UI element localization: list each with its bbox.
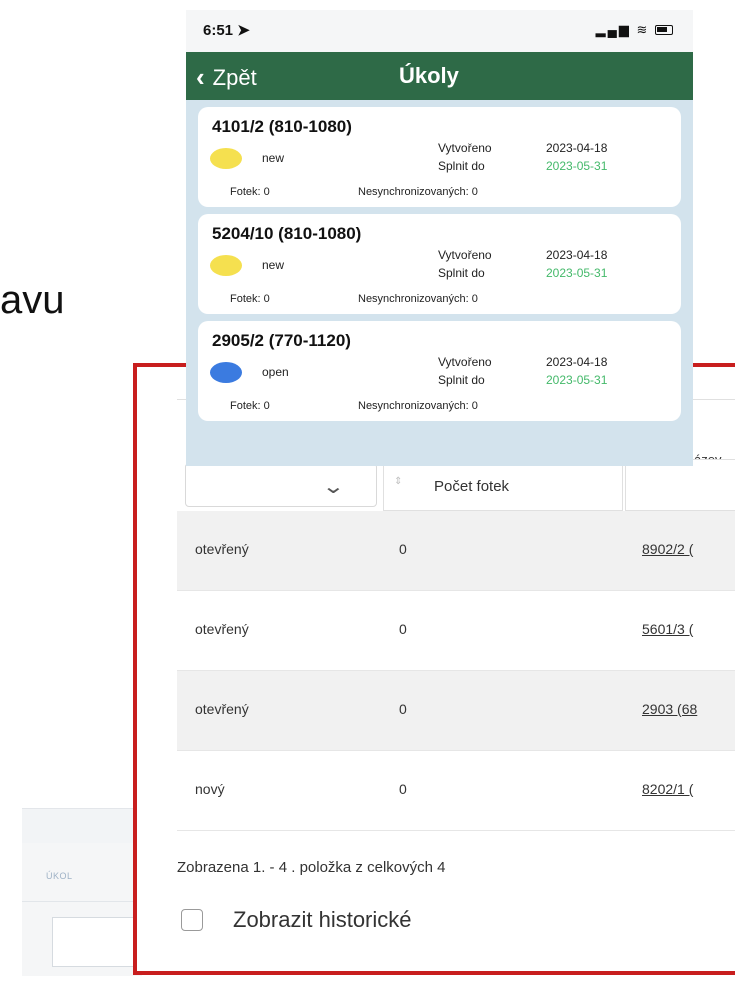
row-state: nový (195, 781, 225, 797)
status-time-text: 6:51 (203, 22, 234, 39)
due-label: Splnit do (438, 266, 485, 280)
task-status: new (262, 258, 285, 272)
task-title: 4101/2 (810-1080) (212, 117, 352, 136)
task-list: 4101/2 (810-1080) new Vytvořeno 2023-04-… (198, 100, 681, 421)
snippet-divider (22, 901, 142, 902)
photo-count: Fotek: 0 (230, 293, 270, 305)
table-body: otevřený 0 8902/2 ( otevřený 0 5601/3 ( … (177, 511, 735, 831)
row-task-link[interactable]: 8902/2 ( (642, 541, 693, 557)
status-dot-icon (210, 148, 242, 169)
battery-icon (655, 25, 673, 35)
task-card[interactable]: 5204/10 (810-1080) new Vytvořeno 2023-04… (198, 214, 681, 314)
unsynced-count: Nesynchronizovaných: 0 (358, 293, 478, 305)
row-photo-count: 0 (399, 621, 407, 637)
chevron-left-icon: ‹ (196, 62, 205, 92)
back-button[interactable]: ‹ Zpět (196, 62, 257, 93)
due-label: Splnit do (438, 159, 485, 173)
status-time: 6:51 ➤ (203, 21, 250, 39)
row-state: otevřený (195, 621, 249, 637)
table-row[interactable]: otevřený 0 5601/3 ( (177, 591, 735, 671)
task-status: new (262, 151, 285, 165)
mobile-app-screenshot: 6:51 ➤ ▂▄▆ ≋ ‹ Zpět Úkoly 4101/2 (810-10… (186, 10, 693, 466)
snippet-column-label: ÚKOL (46, 871, 73, 881)
row-task-link[interactable]: 8202/1 ( (642, 781, 693, 797)
page-title: Úkoly (399, 63, 459, 88)
table-row[interactable]: otevřený 0 8902/2 ( (177, 511, 735, 591)
created-label: Vytvořeno (438, 141, 492, 155)
background-text-fragment: avu (0, 278, 65, 322)
task-card[interactable]: 2905/2 (770-1120) open Vytvořeno 2023-04… (198, 321, 681, 421)
row-photo-count: 0 (399, 541, 407, 557)
column-header-task[interactable] (625, 459, 735, 511)
screenshot-canvas: avu ÚKOL ázev ⌄ ⇕ Počet fotek (0, 0, 735, 981)
snippet-header-strip (22, 809, 142, 843)
photo-count-label: Počet fotek (434, 478, 510, 495)
task-card[interactable]: 4101/2 (810-1080) new Vytvořeno 2023-04-… (198, 107, 681, 207)
signal-wifi-icon: ▂▄▆ ≋ (595, 22, 650, 37)
table-row[interactable]: nový 0 8202/1 ( (177, 751, 735, 831)
created-label: Vytvořeno (438, 248, 492, 262)
photo-count: Fotek: 0 (230, 400, 270, 412)
sort-icon: ⇕ (394, 476, 403, 487)
photo-count: Fotek: 0 (230, 186, 270, 198)
task-title: 5204/10 (810-1080) (212, 224, 362, 243)
status-dot-icon (210, 255, 242, 276)
status-icons: ▂▄▆ ≋ (596, 22, 673, 38)
status-dot-icon (210, 362, 242, 383)
row-task-link[interactable]: 2903 (68 (642, 701, 697, 717)
status-bar: 6:51 ➤ ▂▄▆ ≋ (186, 10, 693, 52)
row-state: otevřený (195, 701, 249, 717)
show-historic-checkbox[interactable] (181, 909, 203, 931)
unsynced-count: Nesynchronizovaných: 0 (358, 186, 478, 198)
created-date: 2023-04-18 (546, 141, 608, 155)
row-photo-count: 0 (399, 781, 407, 797)
snippet-input-box[interactable] (52, 917, 142, 967)
due-date: 2023-05-31 (546, 159, 608, 173)
row-state: otevřený (195, 541, 249, 557)
row-task-link[interactable]: 5601/3 ( (642, 621, 693, 637)
unsynced-count: Nesynchronizovaných: 0 (358, 400, 478, 412)
faded-web-snippet: ÚKOL (22, 808, 142, 976)
chevron-down-icon: ⌄ (321, 476, 346, 498)
column-header-photo-count[interactable]: ⇕ Počet fotek (383, 459, 623, 511)
table-row[interactable]: otevřený 0 2903 (68 (177, 671, 735, 751)
created-label: Vytvořeno (438, 355, 492, 369)
location-arrow-icon: ➤ (237, 22, 250, 39)
pagination-summary: Zobrazena 1. - 4 . položka z celkových 4 (177, 859, 446, 876)
nav-bar: ‹ Zpět Úkoly (186, 52, 693, 100)
created-date: 2023-04-18 (546, 355, 608, 369)
due-date: 2023-05-31 (546, 373, 608, 387)
show-historic-label: Zobrazit historické (233, 907, 412, 932)
task-title: 2905/2 (770-1120) (212, 331, 351, 350)
state-filter-select[interactable]: ⌄ (185, 463, 377, 507)
created-date: 2023-04-18 (546, 248, 608, 262)
due-date: 2023-05-31 (546, 266, 608, 280)
task-status: open (262, 365, 289, 379)
table-filter-row: ⌄ ⇕ Počet fotek (177, 459, 735, 511)
row-photo-count: 0 (399, 701, 407, 717)
show-historic-toggle[interactable]: Zobrazit historické (181, 907, 412, 933)
due-label: Splnit do (438, 373, 485, 387)
back-label: Zpět (212, 64, 257, 90)
